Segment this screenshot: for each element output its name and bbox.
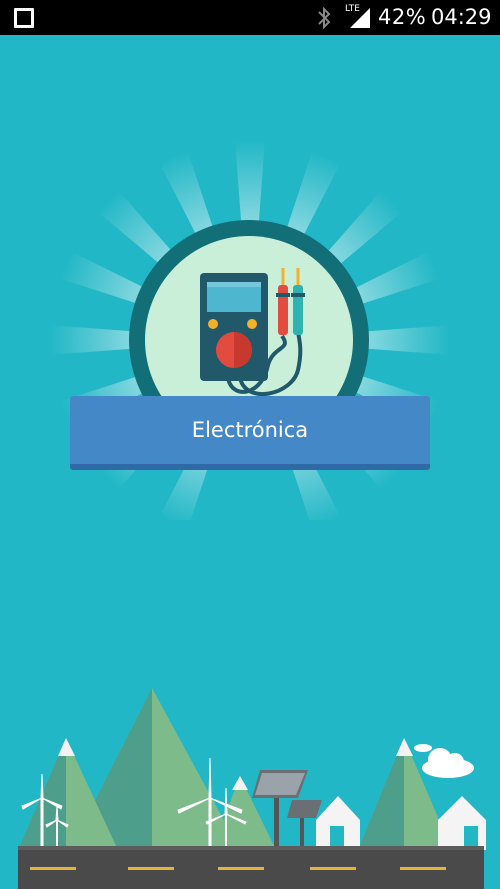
category-button[interactable]: Electrónica	[70, 396, 430, 470]
cloud	[414, 744, 474, 778]
app-screen: LTE 42% 04:29 Electrónica	[0, 0, 500, 889]
status-bar: LTE 42% 04:29	[0, 0, 500, 35]
battery-percentage: 42%	[378, 5, 427, 29]
signal-icon	[350, 8, 370, 28]
clock-time: 04:29	[431, 5, 492, 29]
bluetooth-icon	[318, 6, 331, 30]
category-button-label: Electrónica	[191, 418, 309, 442]
landscape-illustration	[18, 688, 486, 889]
square-outline-icon	[14, 8, 34, 28]
